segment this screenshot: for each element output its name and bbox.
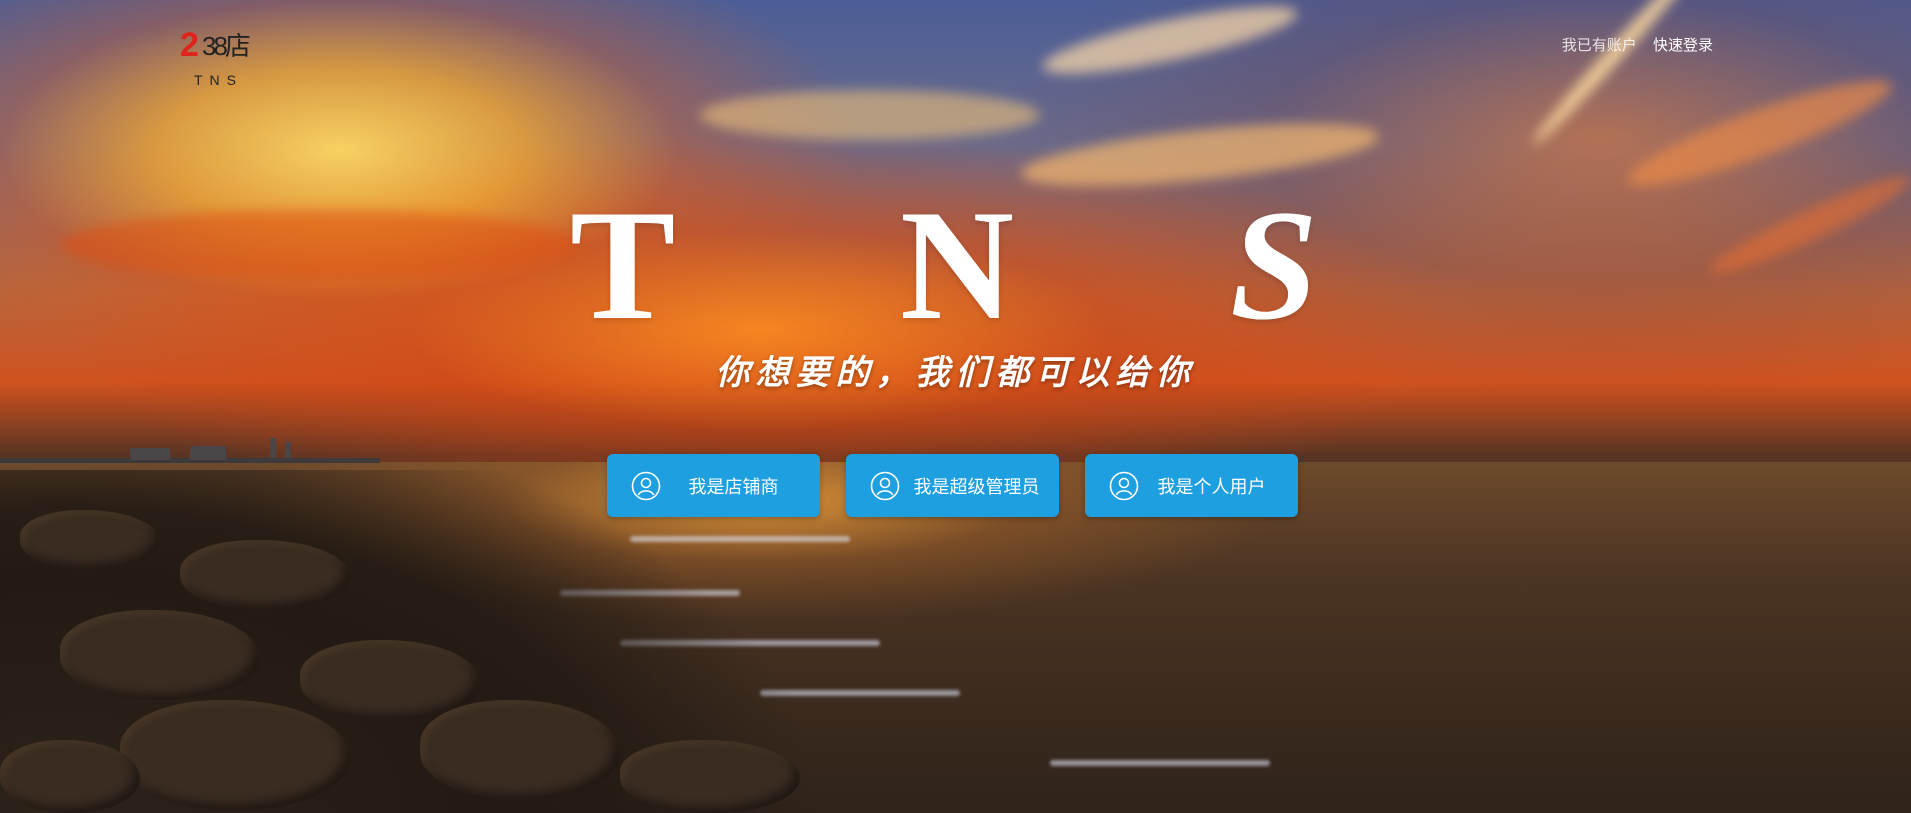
personal-user-role-label: 我是个人用户	[1157, 476, 1266, 497]
user-circle-icon	[631, 471, 661, 500]
landing-page: 2 38店 TNS 我已有账户 快速登录 T N S 你想要的，我们都可以给你 …	[0, 0, 1911, 813]
sky-cloud	[700, 90, 1040, 140]
user-circle-icon	[1109, 471, 1139, 500]
wave-foam	[1050, 760, 1270, 766]
rock	[60, 610, 260, 700]
sky-cloud	[1703, 164, 1911, 286]
account-bar: 我已有账户 快速登录	[1562, 34, 1713, 55]
hero-title: T N S	[570, 178, 1340, 353]
role-selector: 我是店铺商 我是超级管理员 我是个人用户	[607, 454, 1298, 517]
logo-number-red: 2	[180, 26, 199, 64]
rock	[20, 510, 160, 570]
hero-letter-s: S	[1230, 178, 1318, 353]
sky-cloud	[60, 210, 580, 280]
rock	[420, 700, 620, 800]
pier-building	[130, 448, 170, 460]
brand-logo[interactable]: 2 38店 TNS	[180, 28, 260, 92]
sky-cloud	[1018, 111, 1382, 199]
pier-building	[190, 446, 226, 460]
has-account-text: 我已有账户	[1561, 37, 1637, 54]
super-admin-role-button[interactable]: 我是超级管理员	[846, 454, 1059, 517]
super-admin-role-label: 我是超级管理员	[913, 476, 1040, 497]
rock	[0, 740, 140, 813]
hero-letter-n: N	[900, 178, 1015, 353]
pier-building	[270, 438, 276, 458]
logo-number-dark: 38店	[202, 31, 251, 61]
sky-cloud	[1038, 0, 1302, 87]
rock	[120, 700, 350, 810]
merchant-role-label: 我是店铺商	[688, 476, 779, 497]
quick-login-link[interactable]: 快速登录	[1653, 37, 1713, 54]
sky-cloud	[1527, 0, 1713, 150]
logo-subtitle: TNS	[194, 72, 243, 88]
user-circle-icon	[870, 471, 900, 500]
rock	[180, 540, 350, 610]
personal-user-role-button[interactable]: 我是个人用户	[1085, 454, 1298, 517]
hero-letter-t: T	[570, 178, 676, 353]
sky-cloud	[1620, 63, 1900, 203]
hero-slogan: 你想要的，我们都可以给你	[715, 353, 1196, 393]
pier	[0, 438, 380, 466]
pier-building	[285, 442, 291, 458]
rock	[620, 740, 800, 813]
merchant-role-button[interactable]: 我是店铺商	[607, 454, 820, 517]
